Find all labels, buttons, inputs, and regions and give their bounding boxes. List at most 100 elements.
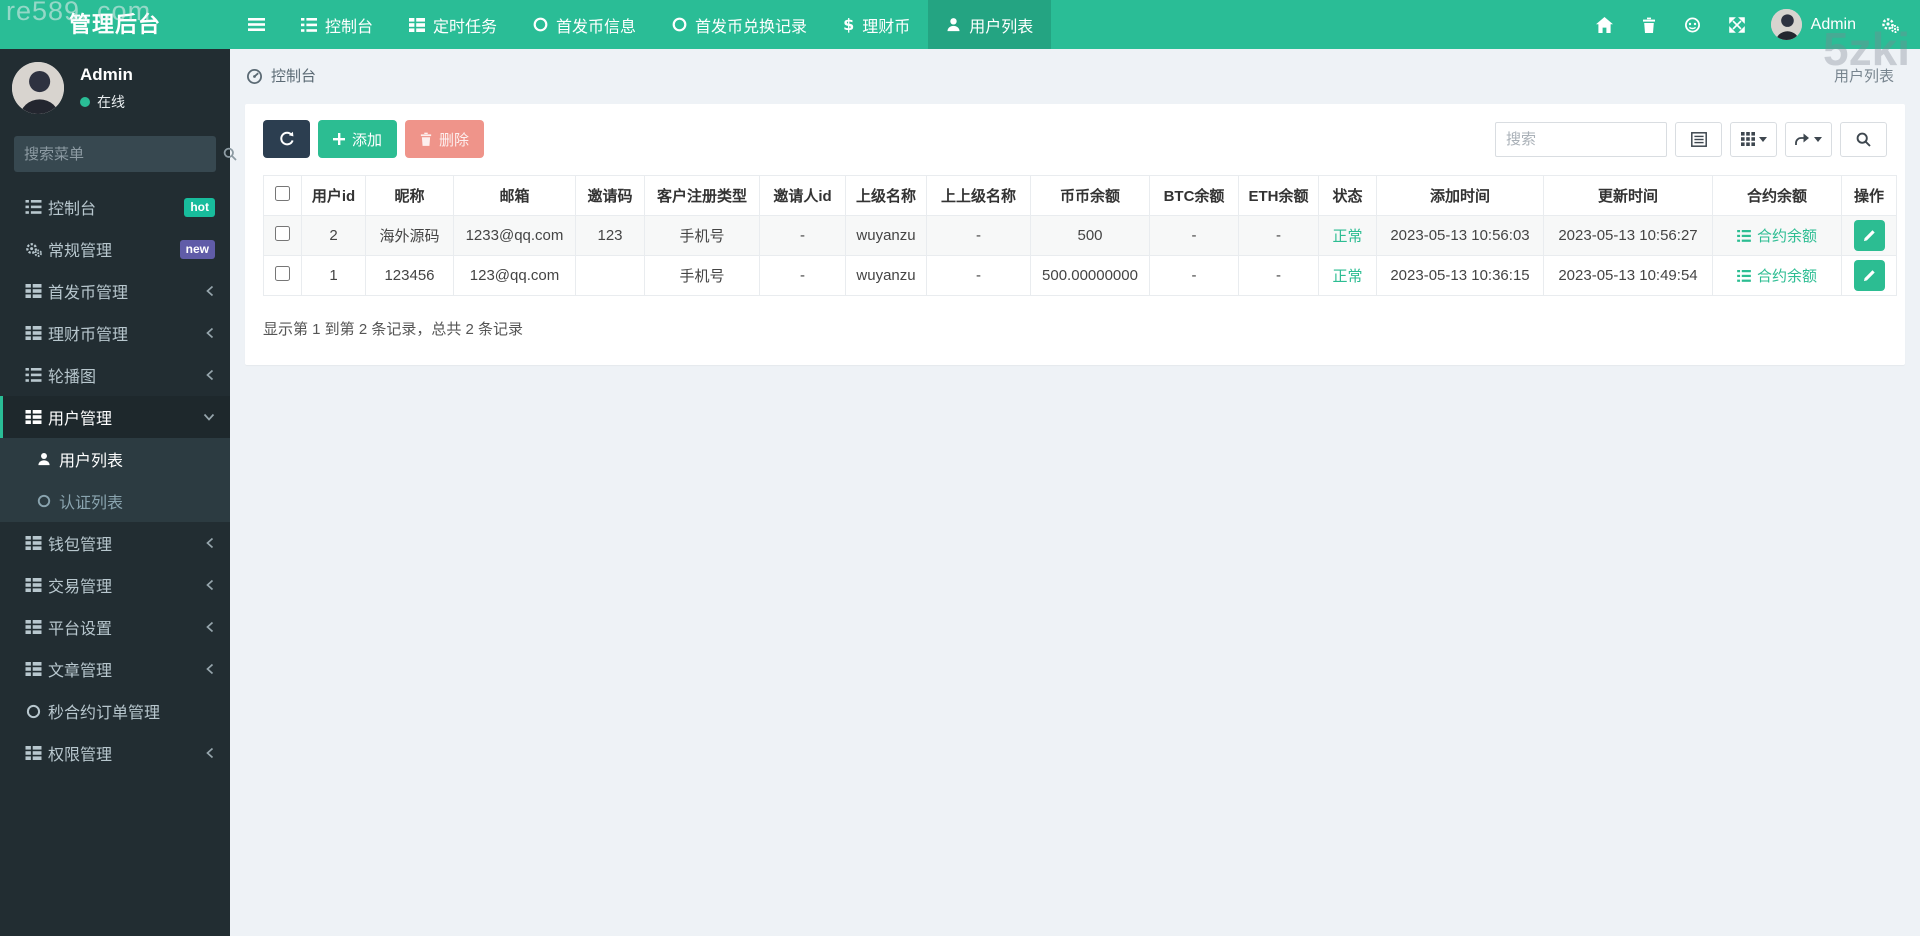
- th-list-icon: [18, 662, 48, 676]
- select-all-checkbox[interactable]: [275, 186, 290, 201]
- sidebar-item-article-management[interactable]: 文章管理: [0, 648, 230, 690]
- sidebar-item-user-management[interactable]: 用户管理: [0, 396, 230, 438]
- tab-initial-coin-info[interactable]: 首发币信息: [515, 0, 654, 49]
- caret-down-icon: [1814, 136, 1822, 142]
- add-button[interactable]: 添加: [318, 120, 398, 158]
- user-name: Admin: [1810, 15, 1856, 33]
- users-table: 用户id 昵称 邮箱 邀请码 客户注册类型 邀请人id 上级名称 上上级名称 币…: [263, 175, 1897, 296]
- th-list-icon: [18, 746, 48, 760]
- clear-cache-button[interactable]: [1627, 0, 1671, 49]
- refresh-icon: [279, 131, 295, 147]
- th-list-icon: [18, 326, 48, 340]
- export-button[interactable]: [1785, 121, 1832, 157]
- tab-scheduled-tasks[interactable]: 定时任务: [391, 0, 515, 49]
- status-toggle[interactable]: 正常: [1332, 265, 1362, 286]
- row-checkbox[interactable]: [275, 266, 290, 281]
- bars-icon: [248, 17, 265, 32]
- tab-label: 首发币信息: [556, 18, 637, 36]
- add-label: 添加: [352, 131, 383, 149]
- detail-view-button[interactable]: [1675, 121, 1722, 157]
- sidebar-search-input[interactable]: [24, 145, 223, 163]
- breadcrumb-label: 控制台: [271, 68, 317, 85]
- row-checkbox[interactable]: [275, 226, 290, 241]
- sidebar-item-console[interactable]: 控制台 hot: [0, 186, 230, 228]
- settings-button[interactable]: [1868, 0, 1912, 49]
- search-icon[interactable]: [223, 147, 237, 161]
- column-header: 币币余额: [1030, 175, 1150, 216]
- sidebar-item-general-management[interactable]: 常规管理 new: [0, 228, 230, 270]
- online-dot-icon: [80, 96, 90, 107]
- home-button[interactable]: [1583, 0, 1627, 49]
- tab-label: 控制台: [325, 18, 374, 36]
- circle-icon: [672, 17, 687, 32]
- avatar: [1770, 9, 1802, 40]
- sidebar-item-permission-management[interactable]: 权限管理: [0, 732, 230, 774]
- edit-button[interactable]: [1853, 260, 1885, 291]
- top-nav-tabs: 控制台 定时任务 首发币信息 首发币兑换记录 $ 理财币 用户列表: [283, 0, 1052, 49]
- menu-label: 理财币管理: [48, 327, 129, 344]
- tab-initial-coin-exchange-records[interactable]: 首发币兑换记录: [654, 0, 825, 49]
- cell-nickname: 海外源码: [365, 215, 454, 256]
- sidebar-item-trade-management[interactable]: 交易管理: [0, 564, 230, 606]
- sidebar: Admin 在线 控制台 hot: [0, 49, 237, 936]
- user-menu[interactable]: Admin: [1759, 0, 1868, 49]
- search-toggle-button[interactable]: [1840, 121, 1887, 157]
- sidebar-item-verification-list[interactable]: 认证列表: [0, 480, 230, 522]
- sidebar-item-initial-coin-management[interactable]: 首发币管理: [0, 270, 230, 312]
- tab-console[interactable]: 控制台: [283, 0, 391, 49]
- user-management-submenu: 用户列表 认证列表: [0, 438, 230, 522]
- chevron-down-icon: [203, 412, 215, 422]
- fullscreen-button[interactable]: [1715, 0, 1759, 49]
- table-search-input[interactable]: [1495, 121, 1667, 157]
- cell-btc-balance: -: [1149, 255, 1239, 296]
- menu-label: 首发币管理: [48, 285, 129, 302]
- column-header: 邀请人id: [759, 175, 846, 216]
- cell-user-id: 1: [301, 255, 366, 296]
- select-all-cell: [263, 175, 302, 216]
- sidebar-item-platform-settings[interactable]: 平台设置: [0, 606, 230, 648]
- user-icon: [946, 17, 961, 32]
- tab-user-list[interactable]: 用户列表: [928, 0, 1052, 49]
- refresh-button[interactable]: [263, 120, 310, 158]
- column-header: 邮箱: [453, 175, 576, 216]
- menu-label: 平台设置: [48, 621, 113, 638]
- chevron-left-icon: [205, 579, 215, 591]
- sidebar-item-carousel[interactable]: 轮播图: [0, 354, 230, 396]
- edit-button[interactable]: [1853, 220, 1885, 251]
- contract-balance-link[interactable]: 合约余额: [1737, 265, 1817, 286]
- export-icon: [1795, 132, 1810, 146]
- th-list-icon: [18, 536, 48, 550]
- cell-reg-type: 手机号: [644, 215, 760, 256]
- columns-button[interactable]: [1730, 121, 1777, 157]
- column-header: 用户id: [301, 175, 366, 216]
- status-toggle[interactable]: 正常: [1332, 225, 1362, 246]
- menu-label: 认证列表: [59, 495, 124, 512]
- cell-eth-balance: -: [1238, 255, 1319, 296]
- list-icon: [18, 368, 48, 382]
- content-header: 控制台 用户列表: [230, 49, 1920, 100]
- menu-label: 文章管理: [48, 663, 113, 680]
- sidebar-item-wealth-coin-management[interactable]: 理财币管理: [0, 312, 230, 354]
- cell-inviter-id: -: [759, 255, 846, 296]
- th-list-icon: [18, 410, 48, 424]
- cell-updated-at: 2023-05-13 10:49:54: [1543, 255, 1713, 296]
- tab-wealth-coin[interactable]: $ 理财币: [825, 0, 928, 49]
- cell-invite-code: [575, 255, 645, 296]
- column-header: 更新时间: [1543, 175, 1713, 216]
- pagination-summary: 显示第 1 到第 2 条记录，总共 2 条记录: [263, 321, 524, 338]
- top-navbar: 管理后台 控制台 定时任务 首发币信息 首发币兑换记录 $ 理财币 用户列表 A…: [0, 0, 1920, 49]
- user-icon: [29, 452, 59, 466]
- column-header: 合约余额: [1712, 175, 1842, 216]
- chat-button[interactable]: [1671, 0, 1715, 49]
- sidebar-toggle-button[interactable]: [230, 0, 283, 49]
- dashboard-icon: [246, 68, 263, 84]
- cell-created-at: 2023-05-13 10:56:03: [1376, 215, 1544, 256]
- sidebar-item-user-list[interactable]: 用户列表: [0, 438, 230, 480]
- cell-user-id: 2: [301, 215, 366, 256]
- sidebar-item-wallet-management[interactable]: 钱包管理: [0, 522, 230, 564]
- th-list-icon: [18, 620, 48, 634]
- delete-button[interactable]: 删除: [405, 120, 485, 158]
- sidebar-menu: 控制台 hot 常规管理 new 首发币管理 理财币管理 轮播图 用户管理 用户…: [0, 186, 230, 774]
- contract-balance-link[interactable]: 合约余额: [1737, 225, 1817, 246]
- sidebar-item-second-contract-orders[interactable]: 秒合约订单管理: [0, 690, 230, 732]
